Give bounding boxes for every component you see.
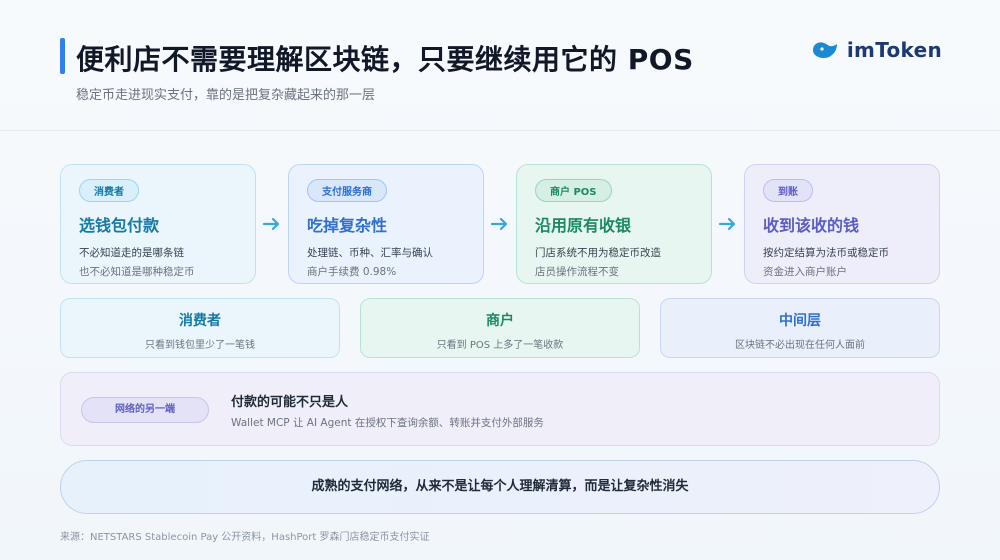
step-description-primary: 按约定结算为法币或稳定币 — [763, 247, 889, 259]
brand-logo: imToken — [811, 38, 942, 62]
step-description-secondary: 商户手续费 0.98% — [307, 266, 397, 278]
page-subtitle: 稳定币走进现实支付，靠的是把复杂藏起来的那一层 — [76, 88, 376, 103]
role-card-merchant: 商户 只看到 POS 上多了一笔收款 — [360, 298, 640, 358]
step-title: 选钱包付款 — [79, 216, 160, 235]
step-title: 收到该收的钱 — [763, 216, 860, 235]
role-description: 区块链不必出现在任何人面前 — [735, 340, 865, 351]
role-title: 消费者 — [179, 313, 221, 329]
network-description: Wallet MCP 让 AI Agent 在授权下查询余额、转账并支付外部服务 — [231, 417, 544, 429]
step-card-settlement: 到账 收到该收的钱 按约定结算为法币或稳定币 资金进入商户账户 — [744, 164, 940, 284]
step-description-primary: 门店系统不用为稳定币改造 — [535, 247, 661, 259]
network-title: 付款的可能不只是人 — [231, 395, 349, 410]
role-description: 只看到 POS 上多了一笔收款 — [436, 340, 564, 351]
role-title: 商户 — [486, 313, 514, 329]
title-accent-bar — [60, 38, 65, 74]
step-badge: 消费者 — [79, 179, 139, 202]
step-description-secondary: 店员操作流程不变 — [535, 266, 619, 278]
network-badge: 网络的另一端 — [81, 397, 209, 423]
logo-text: imToken — [846, 38, 942, 62]
step-title: 吃掉复杂性 — [307, 216, 388, 235]
step-badge: 到账 — [763, 179, 813, 202]
header: 便利店不需要理解区块链，只要继续用它的 POS 稳定币走进现实支付，靠的是把复杂… — [0, 0, 1000, 130]
step-description-secondary: 也不必知道是哪种稳定币 — [79, 266, 195, 278]
step-card-payment-provider: 支付服务商 吃掉复杂性 处理链、币种、汇率与确认 商户手续费 0.98% — [288, 164, 484, 284]
step-card-merchant-pos: 商户 POS 沿用原有收银 门店系统不用为稳定币改造 店员操作流程不变 — [516, 164, 712, 284]
arrow-right-icon — [718, 217, 736, 231]
conclusion-banner: 成熟的支付网络，从来不是让每个人理解清算，而是让复杂性消失 — [60, 460, 940, 514]
network-panel: 网络的另一端 付款的可能不只是人 Wallet MCP 让 AI Agent 在… — [60, 372, 940, 446]
role-card-consumer: 消费者 只看到钱包里少了一笔钱 — [60, 298, 340, 358]
step-title: 沿用原有收银 — [535, 216, 632, 235]
arrow-right-icon — [490, 217, 508, 231]
step-card-consumer: 消费者 选钱包付款 不必知道走的是哪条链 也不必知道是哪种稳定币 — [60, 164, 256, 284]
step-description-primary: 处理链、币种、汇率与确认 — [307, 247, 433, 259]
step-description-secondary: 资金进入商户账户 — [763, 266, 847, 278]
source-footnote: 来源：NETSTARS Stablecoin Pay 公开资料，HashPort… — [60, 532, 430, 543]
arrow-right-icon — [262, 217, 280, 231]
page-title: 便利店不需要理解区块链，只要继续用它的 POS — [76, 43, 694, 76]
step-description-primary: 不必知道走的是哪条链 — [79, 247, 184, 259]
step-badge: 商户 POS — [535, 179, 612, 202]
header-divider — [0, 130, 1000, 131]
role-title: 中间层 — [779, 313, 821, 329]
role-card-middle-layer: 中间层 区块链不必出现在任何人面前 — [660, 298, 940, 358]
role-description: 只看到钱包里少了一笔钱 — [145, 340, 255, 351]
imtoken-logo-icon — [812, 42, 837, 58]
step-badge: 支付服务商 — [307, 179, 387, 202]
